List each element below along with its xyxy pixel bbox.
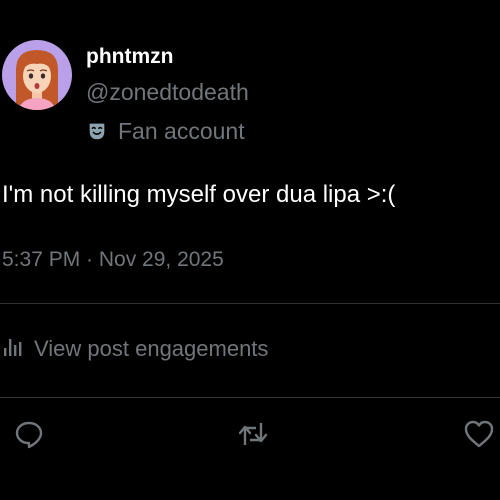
- view-engagements-button[interactable]: View post engagements: [2, 334, 268, 364]
- divider: [0, 303, 500, 304]
- repost-button[interactable]: [236, 417, 270, 451]
- display-name[interactable]: phntmzn: [86, 44, 173, 70]
- post-text: I'm not killing myself over dua lipa >:(: [2, 181, 396, 208]
- reply-button[interactable]: [12, 417, 46, 451]
- user-handle[interactable]: @zonedtodeath: [86, 78, 249, 106]
- post-timestamp[interactable]: 5:37 PM · Nov 29, 2025: [2, 246, 224, 274]
- like-heart-icon: [463, 418, 495, 450]
- like-button[interactable]: [462, 417, 496, 451]
- repost-icon: [236, 417, 270, 451]
- theater-mask-icon: [86, 120, 108, 142]
- reply-icon: [13, 418, 45, 450]
- avatar[interactable]: [2, 40, 72, 110]
- divider: [0, 397, 500, 398]
- engagements-label: View post engagements: [34, 336, 269, 361]
- badge-label: Fan account: [118, 118, 245, 144]
- analytics-bars-icon: [2, 336, 24, 363]
- avatar-illustration: [2, 40, 72, 110]
- account-label-badge[interactable]: Fan account: [86, 117, 245, 145]
